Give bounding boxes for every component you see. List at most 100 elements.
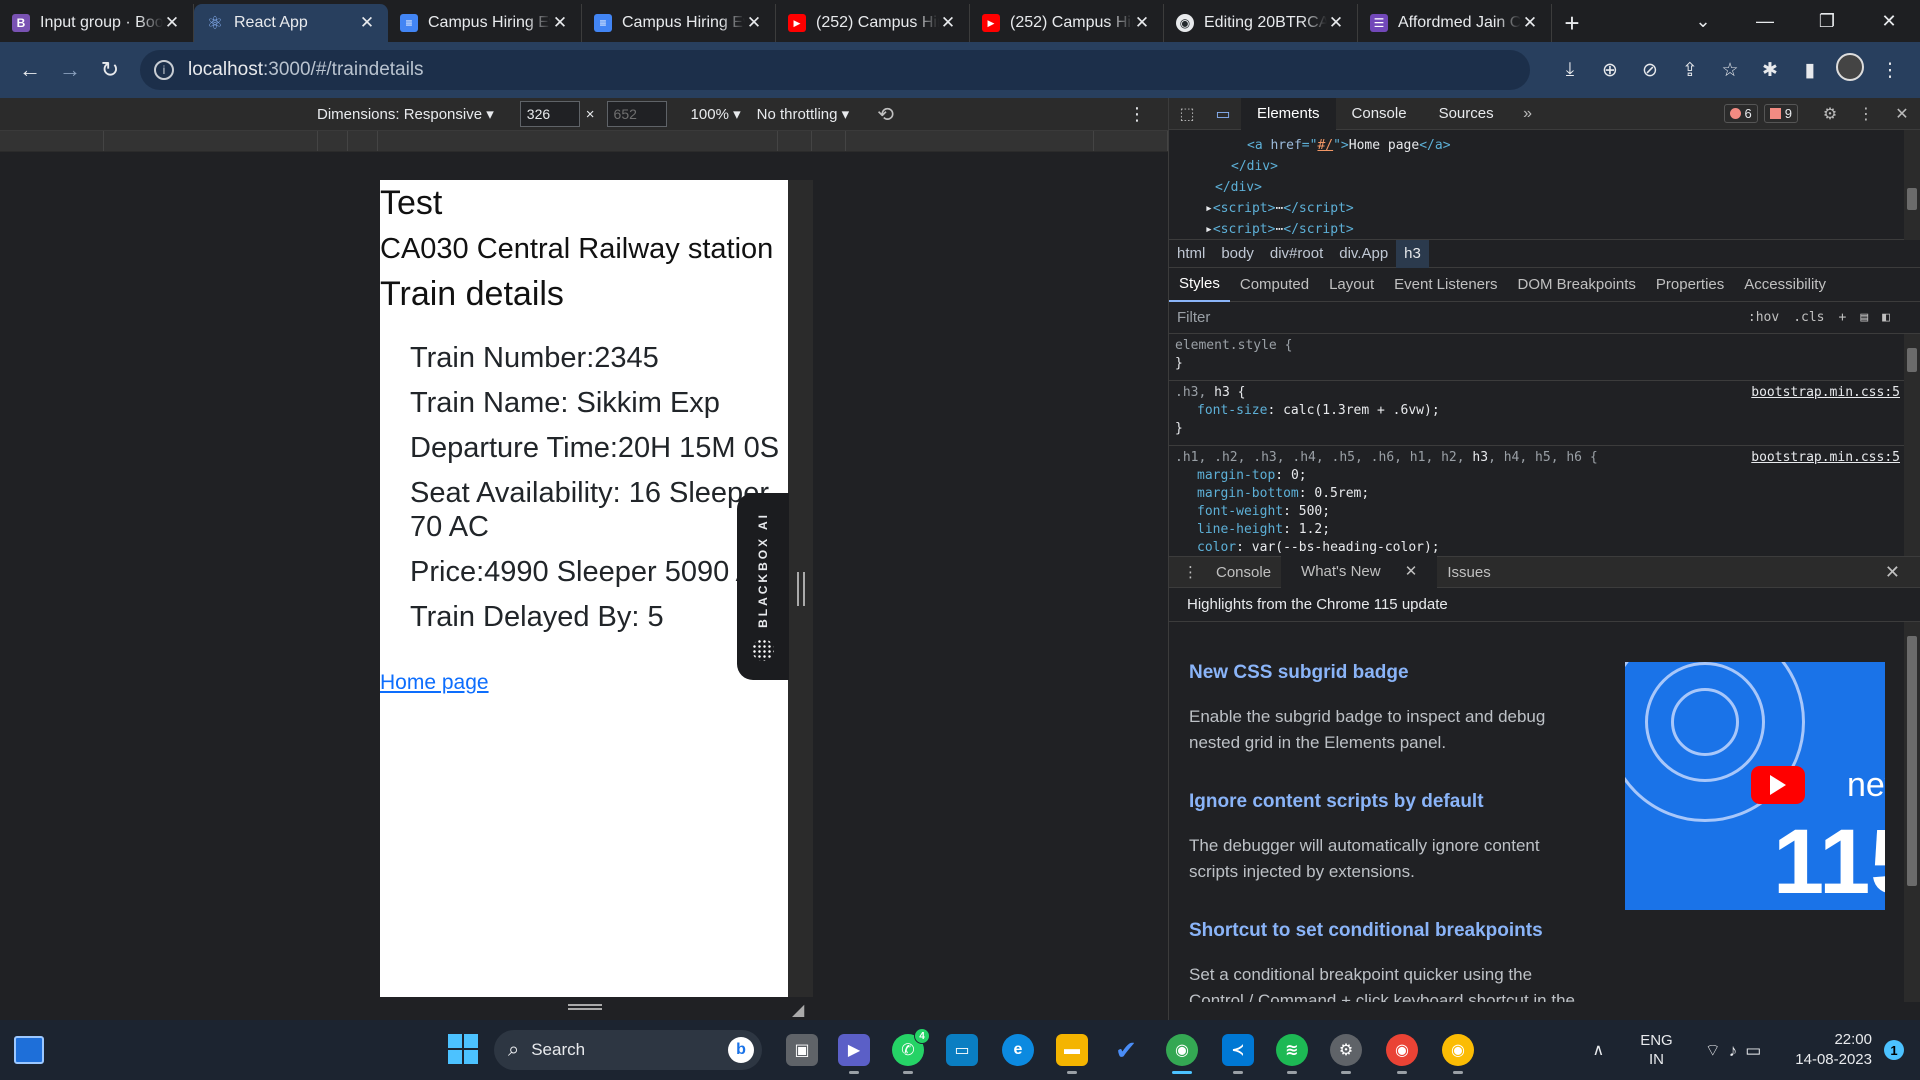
rule-source-link[interactable]: bootstrap.min.css:5 xyxy=(1751,385,1900,400)
style-rule[interactable]: .h3, h3 { bootstrap.min.css:5 font-size:… xyxy=(1169,381,1920,446)
whats-new-item-title[interactable]: Ignore content scripts by default xyxy=(1189,791,1589,813)
tab-elements[interactable]: Elements xyxy=(1241,97,1336,130)
address-bar[interactable]: i localhost:3000/#/traindetails xyxy=(140,50,1530,90)
drawer-tab-issues[interactable]: Issues xyxy=(1437,564,1500,581)
zoom-icon[interactable]: ⊕ xyxy=(1590,59,1630,82)
extensions-puzzle-icon[interactable]: ✱ xyxy=(1750,59,1790,82)
chrome-profile-icon[interactable]: ◉ xyxy=(1386,1034,1418,1074)
close-tab-icon[interactable]: ✕ xyxy=(1133,13,1151,33)
styles-scrollbar[interactable] xyxy=(1904,334,1920,556)
network-volume-battery-icons[interactable]: ⌔♪▭ xyxy=(1705,1040,1770,1061)
rule-property[interactable]: font-weight: 500; xyxy=(1175,504,1914,522)
language-indicator[interactable]: ENG IN xyxy=(1640,1031,1673,1070)
whatsapp-icon[interactable]: ✆ 4 xyxy=(892,1028,930,1074)
restore-button[interactable]: ❐ xyxy=(1796,11,1858,32)
browser-tab[interactable]: B Input group · Boo ✕ xyxy=(0,4,194,42)
style-rule[interactable]: element.style { } xyxy=(1169,334,1920,381)
start-button[interactable] xyxy=(448,1034,478,1064)
toggle-sidebar-icon[interactable]: ◧ xyxy=(1882,310,1890,325)
rule-property[interactable]: font-size: calc(1.3rem + .6vw); xyxy=(1175,403,1914,421)
task-view-icon[interactable]: ▣ xyxy=(786,1034,818,1066)
rotate-icon[interactable]: ⟲ xyxy=(877,102,894,127)
drawer-tab-whats-new[interactable]: What's New ✕ xyxy=(1281,556,1438,588)
styles-filter-input[interactable]: Filter xyxy=(1177,309,1210,326)
device-more-icon[interactable]: ⋮ xyxy=(1128,104,1146,125)
tab-computed[interactable]: Computed xyxy=(1230,276,1319,293)
teams-chat-icon[interactable]: ▶ xyxy=(838,1034,870,1074)
install-app-icon[interactable]: ⤓ xyxy=(1550,59,1590,81)
dom-scrollbar[interactable] xyxy=(1904,130,1920,240)
close-devtools-icon[interactable]: ✕ xyxy=(1884,104,1920,124)
taskbar-search[interactable]: ⌕ Search b xyxy=(494,1030,762,1070)
close-window-button[interactable]: ✕ xyxy=(1858,11,1920,32)
rule-property[interactable]: margin-bottom: 0.5rem; xyxy=(1175,486,1914,504)
rule-property[interactable]: color: var(--bs-heading-color); xyxy=(1175,540,1914,556)
drawer-tab-console[interactable]: Console xyxy=(1206,564,1281,581)
tab-styles[interactable]: Styles xyxy=(1169,268,1230,302)
close-tab-icon[interactable]: ✕ xyxy=(1521,13,1539,33)
tab-dom-breakpoints[interactable]: DOM Breakpoints xyxy=(1508,276,1646,293)
height-input[interactable] xyxy=(606,101,667,127)
forward-button[interactable]: → xyxy=(50,50,90,90)
resize-corner-icon[interactable]: ◢ xyxy=(792,1000,804,1020)
minimize-button[interactable]: — xyxy=(1734,11,1796,32)
more-tabs-chevron-icon[interactable]: » xyxy=(1510,105,1546,123)
error-count-badge[interactable]: 6 xyxy=(1723,104,1758,123)
dom-node[interactable]: </div> xyxy=(1169,159,1920,180)
browser-tab[interactable]: ≡ Campus Hiring Ev ✕ xyxy=(388,4,582,42)
notification-badge[interactable]: 1 xyxy=(1884,1040,1904,1060)
tab-accessibility[interactable]: Accessibility xyxy=(1734,276,1836,293)
close-tab-icon[interactable]: ✕ xyxy=(163,13,181,33)
breadcrumb-h3[interactable]: h3 xyxy=(1396,239,1429,268)
zoom-dropdown[interactable]: 100% ▾ xyxy=(691,105,741,123)
settings-gear-icon[interactable]: ⚙ xyxy=(1330,1034,1362,1074)
tray-overflow-chevron-icon[interactable]: ∧ xyxy=(1592,1040,1604,1060)
paint-brush-icon[interactable]: ▤ xyxy=(1860,310,1868,325)
browser-tab[interactable]: ▶ (252) Campus Hir ✕ xyxy=(970,4,1164,42)
bookmark-star-icon[interactable]: ☆ xyxy=(1710,59,1750,82)
browser-tab[interactable]: ◉ Editing 20BTRCAC ✕ xyxy=(1164,4,1358,42)
widgets-icon[interactable] xyxy=(14,1036,44,1064)
breadcrumb-app[interactable]: div.App xyxy=(1331,245,1396,262)
desktop-app-icon[interactable]: ▭ xyxy=(946,1034,978,1066)
breadcrumb-root[interactable]: div#root xyxy=(1262,245,1331,262)
add-rule-icon[interactable]: + xyxy=(1839,310,1847,325)
browser-tab-active[interactable]: ⚛ React App ✕ xyxy=(194,4,388,42)
settings-gear-icon[interactable]: ⚙ xyxy=(1812,104,1848,124)
file-explorer-icon[interactable]: ▬ xyxy=(1056,1034,1088,1074)
spotify-icon[interactable]: ≋ xyxy=(1276,1034,1308,1074)
warning-count-badge[interactable]: 9 xyxy=(1763,104,1798,123)
dom-node[interactable]: ▸<script>⋯</script> xyxy=(1169,201,1920,222)
tab-properties[interactable]: Properties xyxy=(1646,276,1734,293)
whats-new-scrollbar[interactable] xyxy=(1904,622,1920,1002)
bing-icon[interactable]: b xyxy=(728,1037,754,1063)
chrome-icon[interactable]: ◉ xyxy=(1166,1034,1198,1074)
edge-icon[interactable]: e xyxy=(1002,1034,1034,1066)
close-drawer-icon[interactable]: ✕ xyxy=(1875,562,1910,583)
dimensions-dropdown[interactable]: Dimensions: Responsive ▾ xyxy=(317,105,494,123)
new-tab-button[interactable]: + xyxy=(1552,4,1592,42)
close-tab-icon[interactable]: ✕ xyxy=(551,13,569,33)
close-drawer-tab-icon[interactable]: ✕ xyxy=(1395,563,1428,580)
home-page-link[interactable]: Home page xyxy=(380,671,788,695)
inspect-element-icon[interactable]: ⬚ xyxy=(1169,104,1205,124)
profile-avatar[interactable] xyxy=(1830,53,1870,87)
resize-handle-bottom[interactable] xyxy=(568,1004,602,1010)
rule-source-link[interactable]: bootstrap.min.css:5 xyxy=(1751,450,1900,465)
close-tab-icon[interactable]: ✕ xyxy=(939,13,957,33)
width-input[interactable] xyxy=(519,101,580,127)
chrome-115-video-thumbnail[interactable]: new 115 xyxy=(1625,662,1885,910)
throttling-dropdown[interactable]: No throttling ▾ xyxy=(757,105,850,123)
tab-sources[interactable]: Sources xyxy=(1423,98,1510,130)
blackbox-ai-widget[interactable]: BLACKBOX AI xyxy=(737,493,789,680)
resize-handle-right[interactable] xyxy=(797,572,805,606)
breadcrumb-html[interactable]: html xyxy=(1169,245,1213,262)
browser-menu-icon[interactable]: ⋮ xyxy=(1870,59,1910,82)
tab-search-chevron-icon[interactable]: ⌄ xyxy=(1672,11,1734,32)
close-tab-icon[interactable]: ✕ xyxy=(745,13,763,33)
rule-property[interactable]: margin-top: 0; xyxy=(1175,468,1914,486)
dom-node[interactable]: </div> xyxy=(1169,180,1920,201)
reload-button[interactable]: ↻ xyxy=(90,50,130,90)
back-button[interactable]: ← xyxy=(10,50,50,90)
close-tab-icon[interactable]: ✕ xyxy=(1327,13,1345,33)
